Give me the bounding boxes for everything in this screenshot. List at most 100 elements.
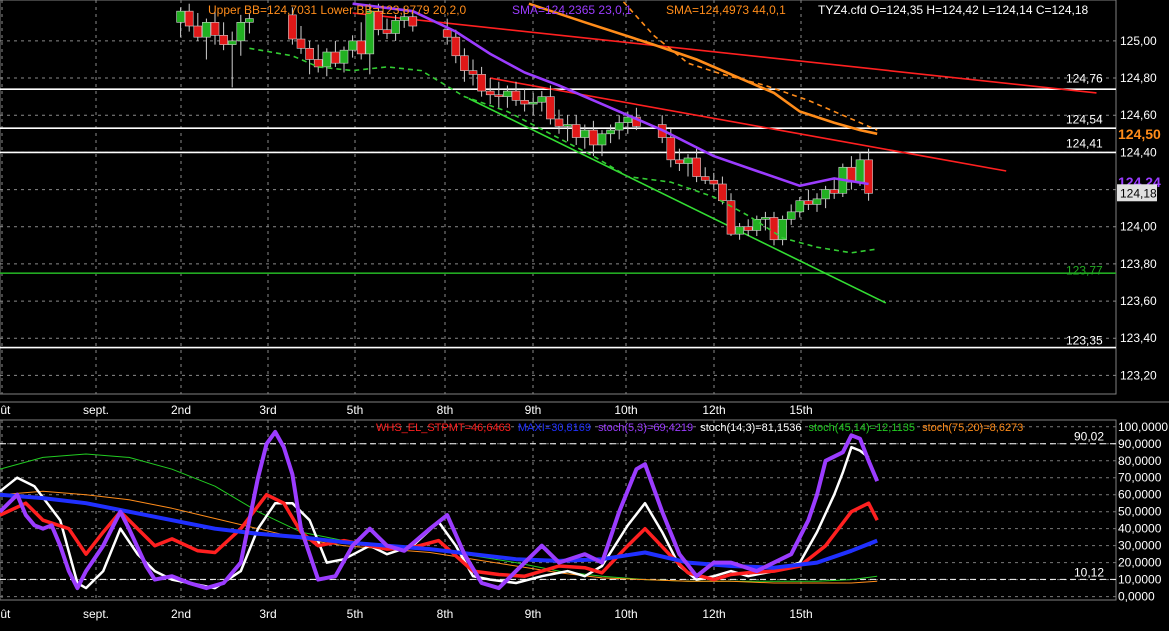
- candle-body: [408, 16, 418, 27]
- candle-body: [202, 22, 211, 38]
- candle-body: [193, 25, 203, 38]
- date-label: oût: [0, 403, 11, 417]
- price-tick-label: 125,00: [1120, 34, 1157, 48]
- date-label: sept.: [83, 403, 109, 417]
- candle-body: [356, 40, 366, 55]
- oscillator-tick-label: 50,0000: [1118, 505, 1162, 519]
- oscillator-tick-label: 0,0000: [1118, 590, 1155, 604]
- candle-body: [778, 219, 787, 241]
- chart-canvas[interactable]: 125,00124,80124,60124,40124,20124,00123,…: [0, 0, 1169, 626]
- candle-body: [692, 157, 701, 177]
- date-label: 3rd: [259, 607, 276, 621]
- oscillator-level-label: 90,02: [1074, 430, 1104, 444]
- trading-chart[interactable]: 125,00124,80124,60124,40124,20124,00123,…: [0, 0, 1169, 626]
- candle-body: [451, 36, 461, 57]
- candle-body: [580, 129, 590, 138]
- candle-body: [339, 49, 349, 64]
- candle-body: [700, 176, 710, 181]
- candle-body: [322, 51, 332, 68]
- oscillator-tick-label: 70,0000: [1118, 471, 1162, 485]
- candle-body: [520, 100, 529, 105]
- candle-body: [864, 159, 873, 194]
- candle-body: [752, 219, 762, 231]
- legend-maxi: MAXI=30,8169: [518, 422, 591, 434]
- candle-body: [709, 179, 719, 185]
- price-tick-label: 124,80: [1120, 71, 1157, 85]
- date-label: 9th: [525, 403, 542, 417]
- candle-body: [666, 137, 676, 161]
- candle-body: [210, 22, 220, 36]
- legend-whs: WHS_EL_STPMT=46,6463: [376, 422, 511, 434]
- price-marker-label: 123,77: [1066, 263, 1103, 277]
- candle-body: [365, 10, 375, 55]
- date-label: 3rd: [259, 403, 276, 417]
- date-label: 5th: [347, 607, 364, 621]
- instrument-header: TYZ4.cfd O=124,35 H=124,42 L=124,14 C=12…: [818, 3, 1089, 17]
- candle-body: [305, 48, 314, 60]
- candle-body: [812, 198, 822, 205]
- candle-body: [245, 18, 254, 23]
- candle-body: [227, 40, 237, 45]
- candle-body: [606, 129, 615, 135]
- date-label: 5th: [347, 403, 364, 417]
- candle-body: [683, 157, 693, 164]
- date-label: 8th: [437, 403, 454, 417]
- candle-body: [769, 217, 779, 241]
- level-label: 123,35: [1066, 334, 1103, 348]
- date-label: oût: [0, 607, 11, 621]
- date-label: 2nd: [171, 403, 191, 417]
- candle-body: [795, 200, 805, 213]
- legend-sma-slow: SMA=124,4973 44,0,1: [666, 3, 786, 17]
- candle-body: [391, 20, 400, 34]
- date-label: 9th: [525, 607, 542, 621]
- candle-body: [786, 211, 796, 220]
- candle-body: [503, 90, 512, 97]
- price-tick-label: 123,40: [1120, 331, 1157, 345]
- legend-sma-fast: SMA=124,2365 23,0,1: [512, 3, 632, 17]
- oscillator-level-label: 10,12: [1074, 565, 1104, 579]
- price-marker-label: 124,50: [1118, 126, 1161, 142]
- date-label: 12th: [702, 403, 725, 417]
- legend-stoch-75: stoch(75,20)=8,6273: [922, 422, 1023, 434]
- candle-body: [288, 14, 297, 40]
- oscillator-tick-label: 80,0000: [1118, 454, 1162, 468]
- price-tick-label: 123,80: [1120, 257, 1157, 271]
- price-tick-label: 123,20: [1120, 368, 1157, 382]
- candle-body: [718, 183, 727, 202]
- date-label: 10th: [614, 403, 637, 417]
- candle-body: [537, 96, 547, 103]
- candle-body: [511, 90, 521, 101]
- legend-stoch-14: stoch(14,3)=81,1536: [700, 422, 801, 434]
- date-label: 15th: [789, 607, 812, 621]
- candle-body: [219, 35, 228, 45]
- date-label: sept.: [83, 607, 109, 621]
- candle-body: [623, 116, 633, 123]
- candle-body: [485, 90, 495, 96]
- oscillator-tick-label: 60,0000: [1118, 488, 1162, 502]
- oscillator-tick-label: 30,0000: [1118, 539, 1162, 553]
- chart-background: [0, 0, 1169, 626]
- oscillator-tick-label: 100,0000: [1118, 420, 1168, 434]
- candle-body: [589, 129, 598, 146]
- legend-stoch-45: stoch(45,14)=12,1135: [809, 422, 916, 434]
- level-label: 124,54: [1066, 112, 1103, 126]
- price-tick-label: 123,60: [1120, 294, 1157, 308]
- candle-body: [468, 70, 478, 75]
- candle-body: [442, 29, 452, 38]
- date-label: 12th: [702, 607, 725, 621]
- date-label: 10th: [614, 607, 637, 621]
- candle-body: [761, 217, 770, 220]
- candle-body: [829, 189, 839, 194]
- level-label: 124,76: [1066, 71, 1103, 85]
- candle-body: [804, 200, 813, 205]
- candle-body: [554, 118, 564, 127]
- legend-bollinger: Upper BB=124,7031 Lower BB=123,8779 20,2…: [208, 3, 467, 17]
- candle-body: [399, 16, 409, 21]
- candle-body: [614, 122, 624, 131]
- oscillator-tick-label: 90,0000: [1118, 437, 1162, 451]
- legend-stoch-5: stoch(5,3)=69,4219: [598, 422, 693, 434]
- last-price-label: 124,18: [1120, 186, 1157, 200]
- candle-body: [821, 189, 830, 200]
- candle-body: [528, 101, 538, 105]
- oscillator-tick-label: 10,0000: [1118, 573, 1162, 587]
